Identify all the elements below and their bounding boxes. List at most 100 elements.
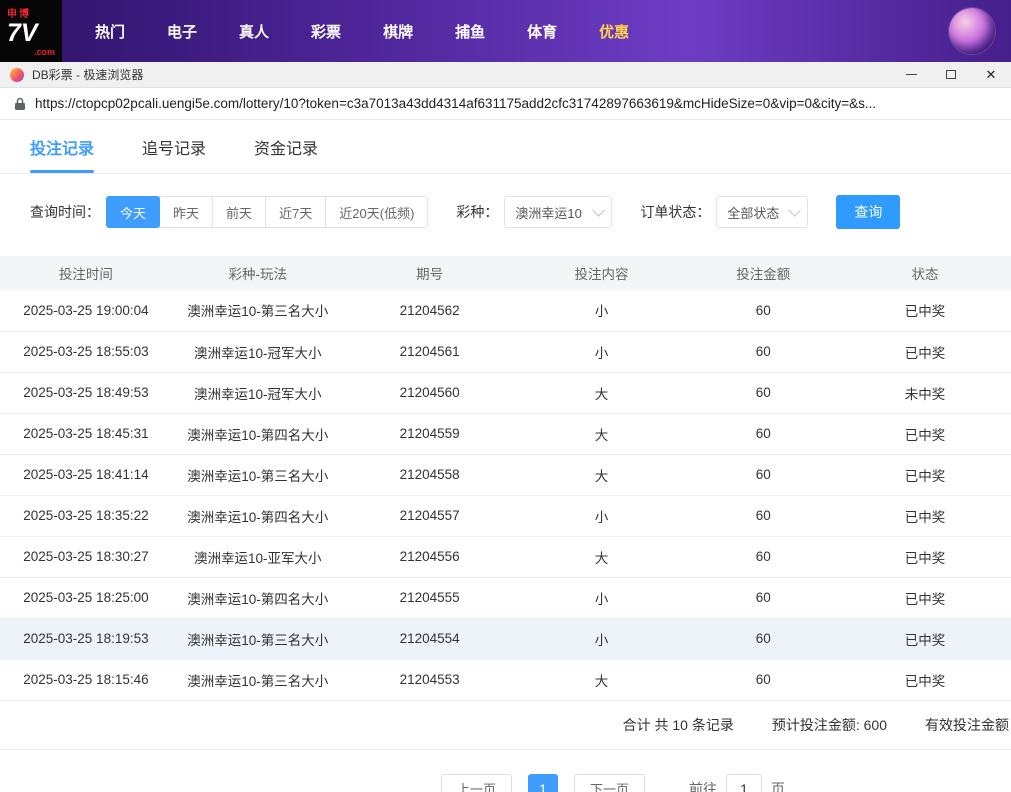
cell-issue: 21204557 xyxy=(343,495,516,537)
table-row[interactable]: 2025-03-25 18:55:03 澳洲幸运10-冠军大小 21204561 小 6… xyxy=(0,331,1011,373)
cell-time: 2025-03-25 18:45:31 xyxy=(0,413,172,455)
summary-record-count: 合计 共 10 条记录 xyxy=(622,716,734,733)
nav-item-6[interactable]: 捕鱼 xyxy=(434,21,506,42)
nav-item-1[interactable]: 热门 xyxy=(74,21,146,42)
cell-content: 大 xyxy=(515,372,688,414)
cell-content: 大 xyxy=(515,413,688,455)
cell-status: 已中奖 xyxy=(839,536,1011,578)
logo-text-main: 7V xyxy=(7,19,38,48)
cell-status: 未中奖 xyxy=(839,372,1011,414)
chevron-down-icon xyxy=(592,203,606,217)
cell-game: 澳洲幸运10-冠军大小 xyxy=(171,331,344,373)
cell-game: 澳洲幸运10-亚军大小 xyxy=(171,536,344,578)
nav-item-3[interactable]: 真人 xyxy=(218,21,290,42)
table-row[interactable]: 2025-03-25 18:19:53 澳洲幸运10-第三名大小 21204554 小… xyxy=(0,618,1011,660)
order-status-select[interactable]: 全部状态 xyxy=(716,196,809,228)
close-icon: ✕ xyxy=(985,67,997,82)
nav-item-4[interactable]: 彩票 xyxy=(290,21,362,42)
table-row[interactable]: 2025-03-25 18:25:00 澳洲幸运10-第四名大小 21204555 小… xyxy=(0,577,1011,619)
column-header: 投注金额 xyxy=(687,256,840,290)
tab-2[interactable]: 追号记录 xyxy=(142,120,206,173)
cell-content: 小 xyxy=(515,495,688,537)
cell-game: 澳洲幸运10-第四名大小 xyxy=(171,413,344,455)
cell-amount: 60 xyxy=(687,413,840,455)
table-row[interactable]: 2025-03-25 18:30:27 澳洲幸运10-亚军大小 21204556 大 6… xyxy=(0,536,1011,578)
address-bar[interactable]: https://ctopcp02pcali.uengi5e.com/lotter… xyxy=(0,88,1011,120)
user-avatar[interactable] xyxy=(949,8,995,54)
cell-time: 2025-03-25 18:25:00 xyxy=(0,577,172,619)
cell-status: 已中奖 xyxy=(839,290,1011,332)
nav-item-2[interactable]: 电子 xyxy=(146,21,218,42)
time-filter-option-4[interactable]: 近7天 xyxy=(265,196,327,228)
cell-game: 澳洲幸运10-第四名大小 xyxy=(171,495,344,537)
nav-item-7[interactable]: 体育 xyxy=(506,21,578,42)
current-page-button[interactable]: 1 xyxy=(528,773,558,792)
cell-amount: 60 xyxy=(687,372,840,414)
cell-game: 澳洲幸运10-第四名大小 xyxy=(171,577,344,619)
tab-3[interactable]: 资金记录 xyxy=(254,120,318,173)
time-filter-option-5[interactable]: 近20天(低频) xyxy=(325,196,429,228)
table-row[interactable]: 2025-03-25 18:35:22 澳洲幸运10-第四名大小 21204557 小… xyxy=(0,495,1011,537)
summary-bar: 合计 共 10 条记录 预计投注金额: 600 有效投注金额 xyxy=(0,701,1011,750)
cell-content: 大 xyxy=(515,454,688,496)
time-filter-option-1[interactable]: 今天 xyxy=(106,196,161,228)
close-button[interactable]: ✕ xyxy=(971,62,1011,88)
cell-status: 已中奖 xyxy=(839,454,1011,496)
cell-issue: 21204558 xyxy=(343,454,516,496)
cell-status: 已中奖 xyxy=(839,495,1011,537)
column-header: 状态 xyxy=(839,256,1011,290)
cell-amount: 60 xyxy=(687,659,840,701)
browser-favicon-icon xyxy=(10,67,24,82)
cell-amount: 60 xyxy=(687,331,840,373)
time-filter-option-3[interactable]: 前天 xyxy=(212,196,267,228)
table-row[interactable]: 2025-03-25 18:15:46 澳洲幸运10-第三名大小 21204553 大… xyxy=(0,659,1011,701)
nav-item-5[interactable]: 棋牌 xyxy=(362,21,434,42)
table-row[interactable]: 2025-03-25 19:00:04 澳洲幸运10-第三名大小 21204562 小… xyxy=(0,290,1011,332)
cell-amount: 60 xyxy=(687,536,840,578)
record-tabs: 投注记录 追号记录 资金记录 xyxy=(0,120,1011,174)
query-button[interactable]: 查询 xyxy=(836,195,901,229)
cell-content: 小 xyxy=(515,618,688,660)
time-filter-option-2[interactable]: 昨天 xyxy=(159,196,214,228)
cell-content: 小 xyxy=(515,577,688,619)
cell-issue: 21204553 xyxy=(343,659,516,701)
lottery-select-value: 澳洲幸运10 xyxy=(515,205,582,221)
order-status-value: 全部状态 xyxy=(727,205,780,221)
table-row[interactable]: 2025-03-25 18:41:14 澳洲幸运10-第三名大小 21204558 大… xyxy=(0,454,1011,496)
lock-icon xyxy=(14,97,26,111)
chevron-down-icon xyxy=(788,203,802,217)
lottery-filter-label: 彩种： xyxy=(456,204,499,220)
tab-1[interactable]: 投注记录 xyxy=(30,120,95,173)
cell-issue: 21204562 xyxy=(343,290,516,332)
prev-page-button[interactable]: 上一页 xyxy=(440,773,512,792)
site-logo[interactable]: 申博 7V .com xyxy=(0,0,62,62)
status-filter-label: 订单状态： xyxy=(640,204,711,220)
cell-issue: 21204556 xyxy=(343,536,516,578)
cell-status: 已中奖 xyxy=(839,618,1011,660)
cell-status: 已中奖 xyxy=(839,413,1011,455)
table-row[interactable]: 2025-03-25 18:45:31 澳洲幸运10-第四名大小 21204559 大… xyxy=(0,413,1011,455)
logo-text-sub: .com xyxy=(33,46,55,57)
cell-content: 小 xyxy=(515,331,688,373)
cell-status: 已中奖 xyxy=(839,331,1011,373)
lottery-select[interactable]: 澳洲幸运10 xyxy=(504,196,613,228)
cell-time: 2025-03-25 18:35:22 xyxy=(0,495,172,537)
maximize-button[interactable] xyxy=(931,62,971,88)
page-unit-label: 页 xyxy=(771,780,786,792)
next-page-button[interactable]: 下一页 xyxy=(574,773,646,792)
minimize-button[interactable] xyxy=(891,62,931,88)
goto-page-input[interactable] xyxy=(726,773,763,792)
column-header: 期号 xyxy=(343,256,516,290)
cell-time: 2025-03-25 18:41:14 xyxy=(0,454,172,496)
cell-amount: 60 xyxy=(687,290,840,332)
table-row[interactable]: 2025-03-25 18:49:53 澳洲幸运10-冠军大小 21204560 大 6… xyxy=(0,372,1011,414)
cell-time: 2025-03-25 19:00:04 xyxy=(0,290,172,332)
window-controls: ✕ xyxy=(891,62,1011,88)
cell-time: 2025-03-25 18:49:53 xyxy=(0,372,172,414)
time-filter-group: 今天 昨天 前天 近7天 近20天(低频) xyxy=(106,196,429,228)
cell-issue: 21204560 xyxy=(343,372,516,414)
nav-item-8[interactable]: 优惠 xyxy=(578,21,650,42)
column-header: 彩种-玩法 xyxy=(171,256,344,290)
cell-status: 已中奖 xyxy=(839,577,1011,619)
window-titlebar: DB彩票 - 极速浏览器 ✕ xyxy=(0,62,1011,88)
